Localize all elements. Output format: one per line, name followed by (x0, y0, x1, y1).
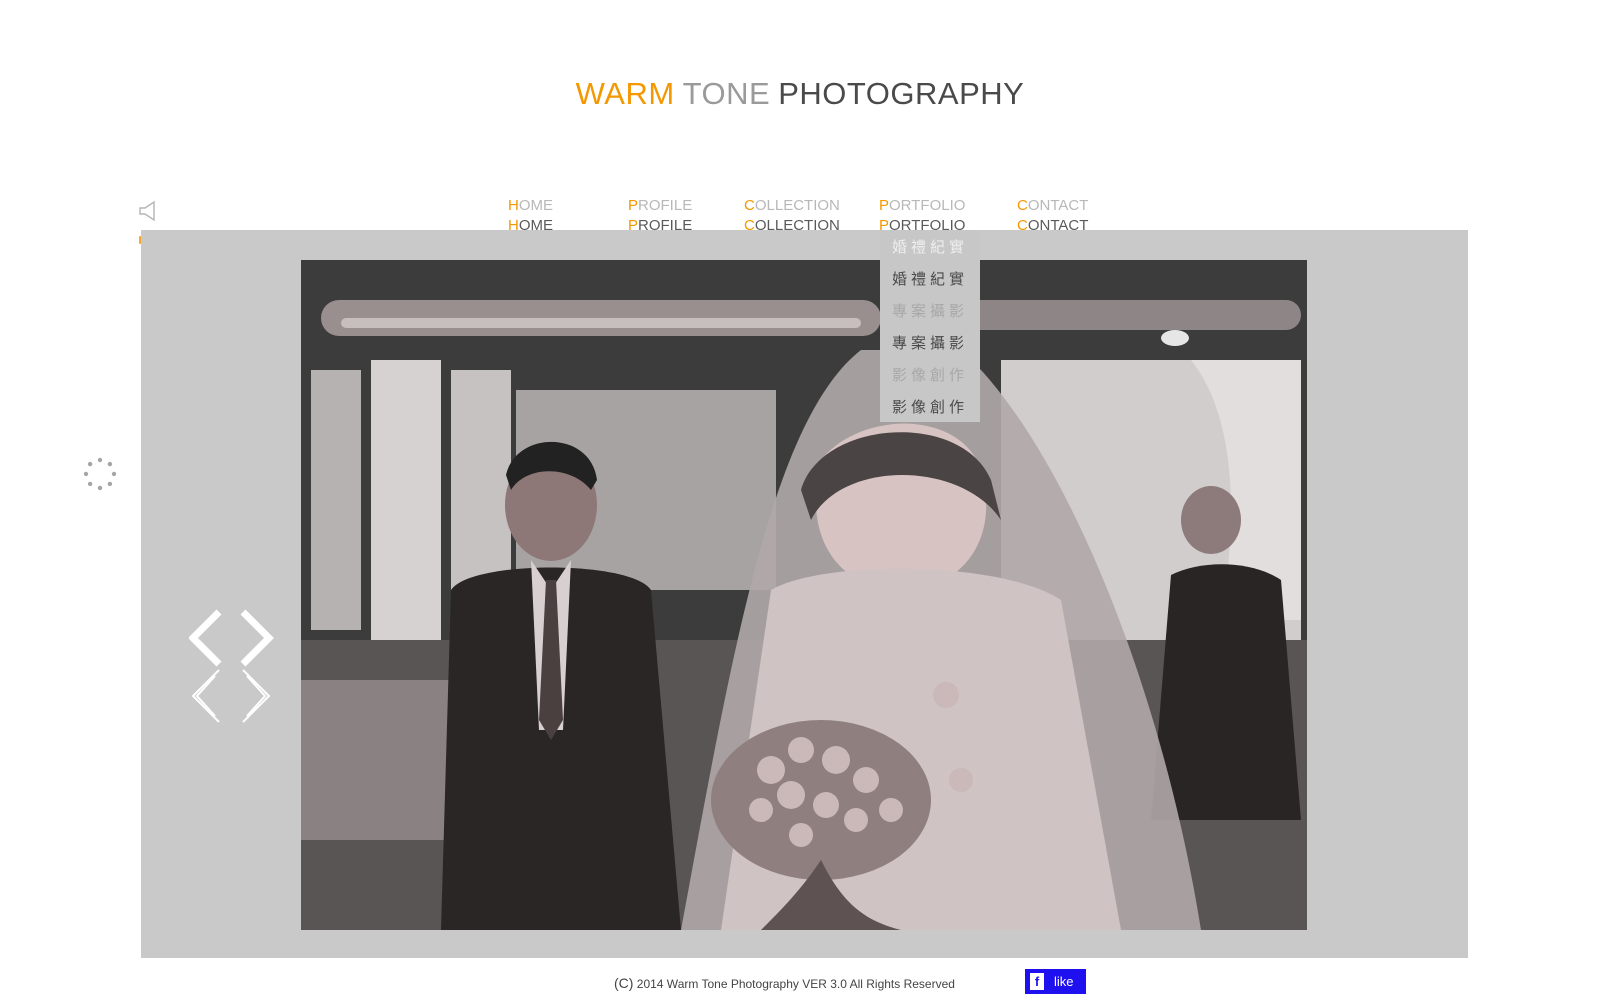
facebook-like-label: like (1054, 974, 1074, 989)
logo-word-photography: PHOTOGRAPHY (778, 76, 1025, 111)
copyright-symbol: (C) (614, 975, 634, 991)
site-logo[interactable]: WARM TONE PHOTOGRAPHY (0, 76, 1600, 112)
slideshow-arrows[interactable] (189, 608, 275, 728)
nav-profile-hover-label: PROFILE (628, 197, 693, 214)
chevron-left-icon[interactable] (189, 609, 222, 723)
speaker-off-icon[interactable] (138, 200, 160, 222)
nav-contact-hover-label: CONTACT (1017, 197, 1089, 214)
portfolio-dropdown: 婚禮紀實 婚禮紀實 專案攝影 專案攝影 影像創作 影像創作 (880, 230, 980, 422)
facebook-like-button[interactable]: f like (1025, 969, 1086, 994)
chevron-right-icon[interactable] (240, 609, 274, 723)
logo-word-warm: WARM (575, 76, 675, 111)
dropdown-item-creative-hover[interactable]: 影像創作 (880, 364, 980, 385)
slideshow-photo[interactable] (301, 260, 1307, 930)
nav-home-hover-label: HOME (508, 197, 554, 214)
loading-spinner-icon (83, 457, 117, 491)
dropdown-item-wedding-hover[interactable]: 婚禮紀實 (880, 236, 980, 257)
nav-collection-hover-label: COLLECTION (744, 197, 840, 214)
facebook-icon: f (1030, 973, 1044, 990)
logo-word-tone: TONE (682, 76, 771, 111)
dropdown-item-project[interactable]: 專案攝影 (880, 332, 980, 353)
copyright-text: 2014 Warm Tone Photography VER 3.0 All R… (636, 977, 955, 991)
nav-portfolio-hover-label: PORTFOLIO (879, 197, 966, 214)
wedding-photo-image (301, 260, 1307, 930)
dropdown-item-wedding[interactable]: 婚禮紀實 (880, 268, 980, 289)
dropdown-item-project-hover[interactable]: 專案攝影 (880, 300, 980, 321)
footer-copyright: (C) 2014 Warm Tone Photography VER 3.0 A… (614, 975, 955, 991)
dropdown-item-creative[interactable]: 影像創作 (880, 396, 980, 417)
